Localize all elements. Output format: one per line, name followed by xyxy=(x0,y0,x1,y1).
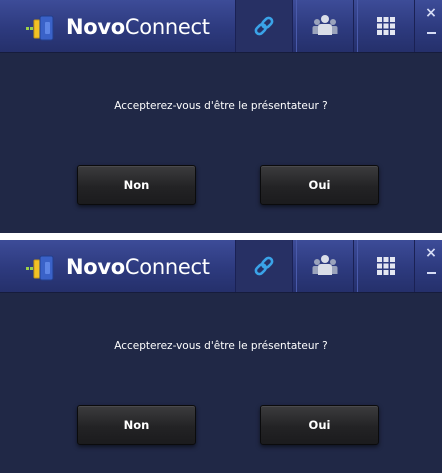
title-bar: NovoConnect × xyxy=(0,0,442,53)
app-title: NovoConnect xyxy=(66,15,210,39)
tab-apps[interactable] xyxy=(357,0,415,52)
grid-icon xyxy=(377,257,395,275)
grid-icon xyxy=(377,17,395,35)
yes-button[interactable]: Oui xyxy=(260,165,379,205)
tab-apps[interactable] xyxy=(357,240,415,292)
link-icon xyxy=(254,16,274,36)
title-bar: NovoConnect × xyxy=(0,240,442,293)
app-title-bold: Novo xyxy=(66,255,125,279)
tab-link[interactable] xyxy=(235,240,293,292)
app-title: NovoConnect xyxy=(66,255,210,279)
dialog-screen: NovoConnect × Accepterez-vous d'être le … xyxy=(0,0,442,233)
link-icon xyxy=(254,256,274,276)
tab-users[interactable] xyxy=(296,0,354,52)
close-icon[interactable]: × xyxy=(420,2,442,24)
presenter-prompt: Accepterez-vous d'être le présentateur ? xyxy=(114,100,328,112)
tab-link[interactable] xyxy=(235,0,293,52)
close-icon[interactable]: × xyxy=(420,242,442,264)
users-icon xyxy=(312,15,338,35)
no-button[interactable]: Non xyxy=(77,165,196,205)
novoconnect-logo-icon xyxy=(26,255,54,281)
no-button[interactable]: Non xyxy=(77,405,196,445)
dialog-screen: NovoConnect × Accepterez-vous d'être le … xyxy=(0,240,442,473)
app-brand: NovoConnect xyxy=(4,6,230,48)
app-brand: NovoConnect xyxy=(4,246,230,288)
minimize-icon[interactable] xyxy=(420,262,442,284)
novoconnect-logo-icon xyxy=(26,15,54,41)
tab-users[interactable] xyxy=(296,240,354,292)
users-icon xyxy=(312,255,338,275)
app-title-bold: Novo xyxy=(66,15,125,39)
yes-button[interactable]: Oui xyxy=(260,405,379,445)
app-title-regular: Connect xyxy=(124,255,210,279)
minimize-icon[interactable] xyxy=(420,22,442,44)
presenter-prompt: Accepterez-vous d'être le présentateur ? xyxy=(114,340,328,352)
app-title-regular: Connect xyxy=(124,15,210,39)
minimize-bar xyxy=(426,32,436,34)
minimize-bar xyxy=(426,272,436,274)
